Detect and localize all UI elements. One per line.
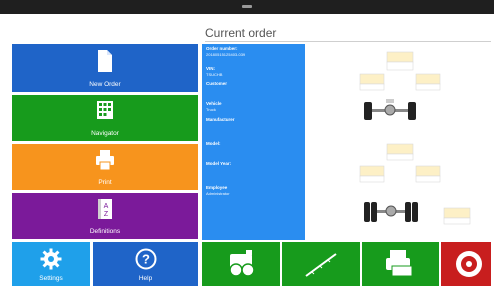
- navigator-label: Navigator: [91, 130, 119, 137]
- svg-text:A: A: [104, 203, 109, 210]
- gear-icon: [40, 248, 62, 270]
- order-info-panel: Order number: 20180515125403-039 VIN: TS…: [202, 44, 305, 240]
- ruler-icon: [305, 253, 337, 277]
- grid-book-icon: [97, 101, 113, 119]
- help-label: Help: [138, 275, 153, 282]
- new-order-button[interactable]: New Order: [12, 44, 198, 92]
- printer-icon: [96, 150, 114, 171]
- measure-button[interactable]: [202, 242, 280, 286]
- settings-label: Settings: [39, 275, 63, 282]
- navigator-button[interactable]: Navigator: [12, 95, 198, 141]
- window-grip[interactable]: [242, 5, 252, 8]
- app-window: Current order New Order Navigator Print …: [0, 0, 494, 286]
- camera-head-icon: [229, 250, 255, 277]
- svg-text:Z: Z: [104, 211, 109, 218]
- align-button[interactable]: [282, 242, 360, 286]
- vehicle-value: Truck: [206, 107, 216, 112]
- question-icon: ?: [135, 248, 156, 270]
- help-button[interactable]: ? Help: [93, 242, 198, 286]
- axle-diagram-graphic: [359, 51, 471, 225]
- vin-value: TSUCHB: [206, 71, 223, 77]
- settings-button[interactable]: Settings: [12, 242, 90, 286]
- page-title: Current order: [205, 26, 277, 40]
- svg-text:?: ?: [142, 252, 150, 267]
- definitions-button[interactable]: A Z Definitions: [12, 193, 198, 239]
- print-report-button[interactable]: [362, 242, 439, 286]
- definitions-label: Definitions: [89, 228, 121, 235]
- header-divider: [205, 41, 494, 42]
- dictionary-icon: A Z: [98, 199, 112, 219]
- order-number-value: 20180515125403-039: [206, 52, 246, 57]
- document-icon: [98, 50, 112, 72]
- new-order-label: New Order: [89, 81, 121, 88]
- title-bar[interactable]: [0, 0, 494, 14]
- print-label: Print: [98, 179, 112, 186]
- print-button[interactable]: Print: [12, 144, 198, 190]
- printer-car-icon: [386, 250, 413, 277]
- wheel-icon: [456, 251, 482, 277]
- tires-button[interactable]: [441, 242, 494, 286]
- axle-diagram: [308, 44, 494, 240]
- employee-value: Administrator: [206, 190, 230, 196]
